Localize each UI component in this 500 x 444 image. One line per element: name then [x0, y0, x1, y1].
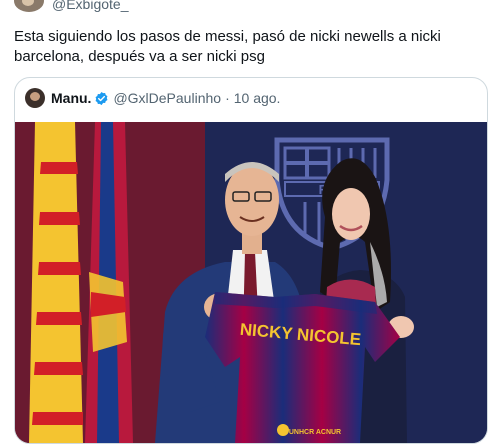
- tweet-text-line-1: Esta siguiendo los pasos de messi, pasó …: [14, 28, 441, 45]
- quoted-tweet-time[interactable]: 10 ago.: [234, 90, 281, 106]
- tweet-author[interactable]: @Exbigote_: [14, 0, 128, 12]
- photo-scene: FCB: [15, 122, 487, 443]
- quoted-tweet-header: Manu. @GxlDePaulinho · 10 ago.: [25, 88, 280, 108]
- catalan-flag-icon: [29, 122, 83, 443]
- author-avatar[interactable]: [14, 0, 44, 12]
- quoted-author-handle[interactable]: @GxlDePaulinho: [113, 90, 221, 106]
- author-handle[interactable]: @Exbigote_: [52, 0, 128, 12]
- verified-badge-icon: [96, 91, 108, 105]
- separator-dot: ·: [225, 90, 230, 106]
- quoted-tweet-card[interactable]: Manu. @GxlDePaulinho · 10 ago. NICKY NIC…: [14, 77, 488, 444]
- quoted-tweet-photo[interactable]: FCB: [15, 122, 487, 443]
- jersey-sponsor-text: UNHCR ACNUR: [289, 429, 341, 436]
- quoted-author-avatar[interactable]: [25, 88, 45, 108]
- quoted-author-name[interactable]: Manu.: [51, 90, 91, 106]
- tweet-text-line-2: barcelona, después va a ser nicki psg: [14, 48, 265, 65]
- tweet-text: Esta siguiendo los pasos de messi, pasó …: [14, 27, 484, 67]
